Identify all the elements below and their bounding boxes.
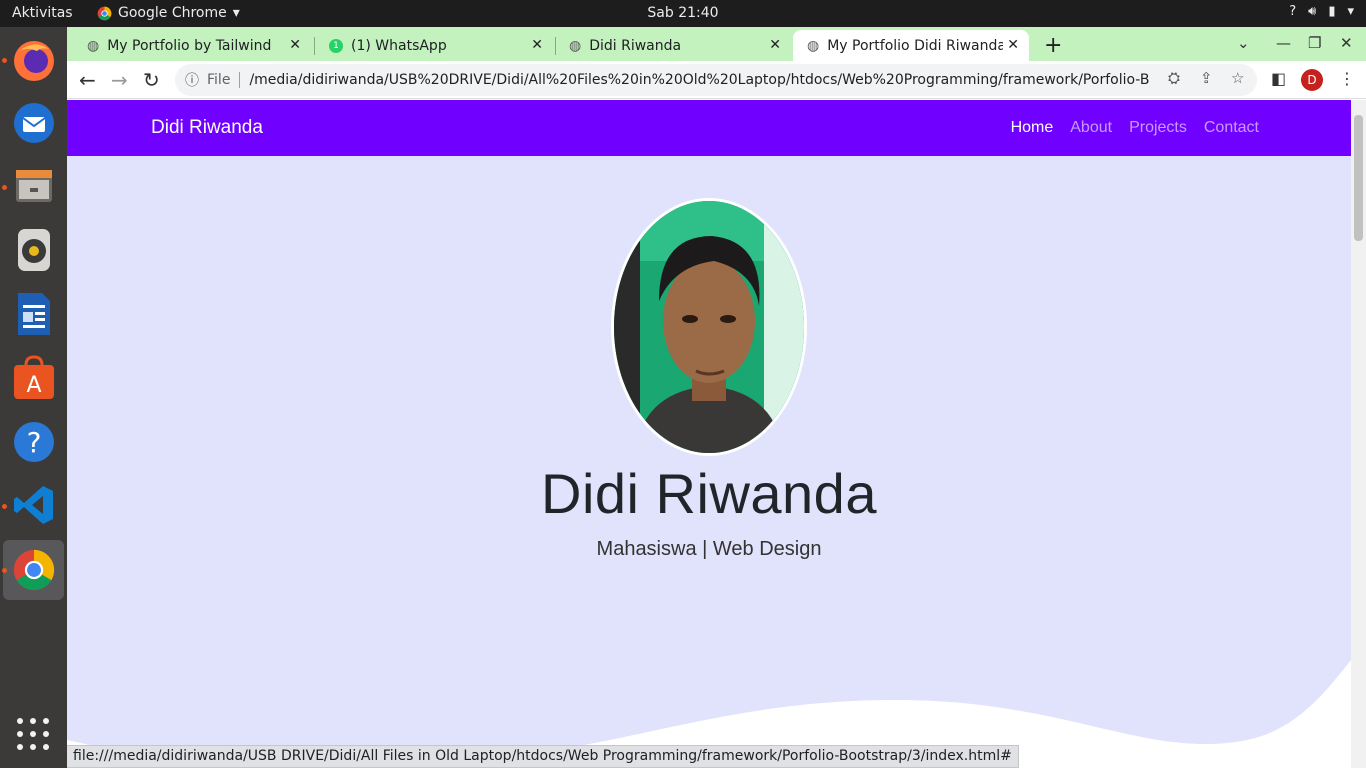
dock-vscode[interactable] <box>3 475 64 535</box>
nav-about[interactable]: About <box>1070 119 1112 137</box>
address-bar[interactable]: ⓘ File /media/didiriwanda/USB%20DRIVE/Di… <box>175 64 1257 96</box>
svg-text:?: ? <box>26 426 41 459</box>
help-icon: ? <box>13 422 54 462</box>
tab-portfolio-tailwind[interactable]: ◍ My Portfolio by Tailwind CSS ✕ <box>73 30 313 61</box>
firefox-icon <box>13 41 54 81</box>
share-icon[interactable]: ⇪ <box>1200 69 1213 87</box>
dock: A ? <box>0 27 67 768</box>
back-icon[interactable]: ← <box>79 68 96 92</box>
minimize-icon[interactable]: — <box>1276 34 1291 52</box>
system-tray[interactable]: ? 🔊︎ ▮ ▾ <box>1289 4 1354 19</box>
volume-icon[interactable]: 🔊︎ <box>1308 4 1316 19</box>
dock-rhythmbox[interactable] <box>3 220 64 280</box>
svg-text:A: A <box>26 373 41 398</box>
writer-icon <box>17 293 50 335</box>
power-menu-icon[interactable]: ▾ <box>1347 4 1354 19</box>
profile-avatar[interactable]: D <box>1301 69 1323 91</box>
restore-icon[interactable]: ❐ <box>1308 34 1321 52</box>
tab-label: My Portfolio Didi Riwanda <box>827 37 1004 54</box>
window-close-icon[interactable]: ✕ <box>1340 34 1353 52</box>
thunderbird-icon <box>13 103 54 143</box>
tab-label: (1) WhatsApp <box>351 37 447 54</box>
system-top-bar: Aktivitas Google Chrome ▾ Sab 21:40 ? 🔊︎… <box>0 0 1366 27</box>
tab-didi-riwanda[interactable]: ◍ Didi Riwanda ✕ <box>555 30 793 61</box>
dock-writer[interactable] <box>3 284 64 344</box>
info-icon[interactable]: ⓘ <box>185 70 199 90</box>
software-center-icon: A <box>13 355 54 399</box>
dock-help[interactable]: ? <box>3 412 64 472</box>
close-icon[interactable]: ✕ <box>531 37 543 53</box>
url-text[interactable]: /media/didiriwanda/USB%20DRIVE/Didi/All%… <box>249 72 1149 88</box>
close-icon[interactable]: ✕ <box>1007 37 1019 53</box>
rhythmbox-icon <box>17 229 50 271</box>
nav-home[interactable]: Home <box>1011 119 1054 137</box>
whatsapp-icon: 1 <box>329 38 343 53</box>
tab-label: My Portfolio by Tailwind CSS <box>107 37 275 54</box>
dock-files[interactable] <box>3 156 64 216</box>
app-grid-icon[interactable] <box>17 718 49 750</box>
clock[interactable]: Sab 21:40 <box>0 5 1366 21</box>
tab-label: Didi Riwanda <box>589 37 682 54</box>
side-panel-icon[interactable]: ◧ <box>1271 69 1286 88</box>
translate-icon[interactable]: ⛭ <box>1168 69 1180 87</box>
tab-search-icon[interactable]: ⌄ <box>1237 34 1250 52</box>
tab-whatsapp[interactable]: 1 (1) WhatsApp ✕ <box>315 30 555 61</box>
nav-projects[interactable]: Projects <box>1129 119 1187 137</box>
dock-thunderbird[interactable] <box>3 93 64 153</box>
chrome-icon <box>13 549 54 591</box>
battery-icon[interactable]: ▮ <box>1328 4 1335 19</box>
scrollbar-thumb[interactable] <box>1354 115 1363 241</box>
tab-my-portfolio-active[interactable]: ◍ My Portfolio Didi Riwanda ✕ <box>793 30 1029 61</box>
globe-icon: ◍ <box>569 37 582 54</box>
nav-links: Home About Projects Contact <box>1011 119 1259 137</box>
navbar: Didi Riwanda Home About Projects Contact <box>67 100 1351 156</box>
files-icon <box>15 170 52 202</box>
forward-icon[interactable]: → <box>111 68 128 92</box>
tab-strip: ◍ My Portfolio by Tailwind CSS ✕ 1 (1) W… <box>67 27 1366 61</box>
link-status-bubble: file:///media/didiriwanda/USB DRIVE/Didi… <box>67 745 1019 768</box>
hero-subtitle: Mahasiswa | Web Design <box>596 538 822 560</box>
new-tab-button[interactable]: + <box>1044 33 1062 58</box>
kebab-menu-icon[interactable]: ⋮ <box>1339 69 1355 88</box>
dock-firefox[interactable] <box>3 30 64 90</box>
globe-icon: ◍ <box>87 37 100 54</box>
dock-chrome[interactable] <box>3 540 64 600</box>
browser-window: ◍ My Portfolio by Tailwind CSS ✕ 1 (1) W… <box>67 27 1366 768</box>
dock-software[interactable]: A <box>3 348 64 408</box>
page-scrollbar[interactable] <box>1351 100 1366 768</box>
browser-toolbar: ← → ↻ ⓘ File /media/didiriwanda/USB%20DR… <box>67 61 1366 99</box>
help-icon[interactable]: ? <box>1289 4 1296 19</box>
web-page: Didi Riwanda Home About Projects Contact <box>67 100 1351 768</box>
close-icon[interactable]: ✕ <box>289 37 301 53</box>
globe-icon: ◍ <box>807 37 820 54</box>
bookmark-star-icon[interactable]: ☆ <box>1231 69 1244 87</box>
vscode-icon <box>13 486 53 524</box>
reload-icon[interactable]: ↻ <box>143 68 160 92</box>
scheme-label: File <box>207 72 241 88</box>
hero-name: Didi Riwanda <box>541 462 877 525</box>
profile-photo <box>611 198 807 456</box>
close-icon[interactable]: ✕ <box>769 37 781 53</box>
nav-contact[interactable]: Contact <box>1204 119 1259 137</box>
navbar-brand[interactable]: Didi Riwanda <box>151 117 263 139</box>
